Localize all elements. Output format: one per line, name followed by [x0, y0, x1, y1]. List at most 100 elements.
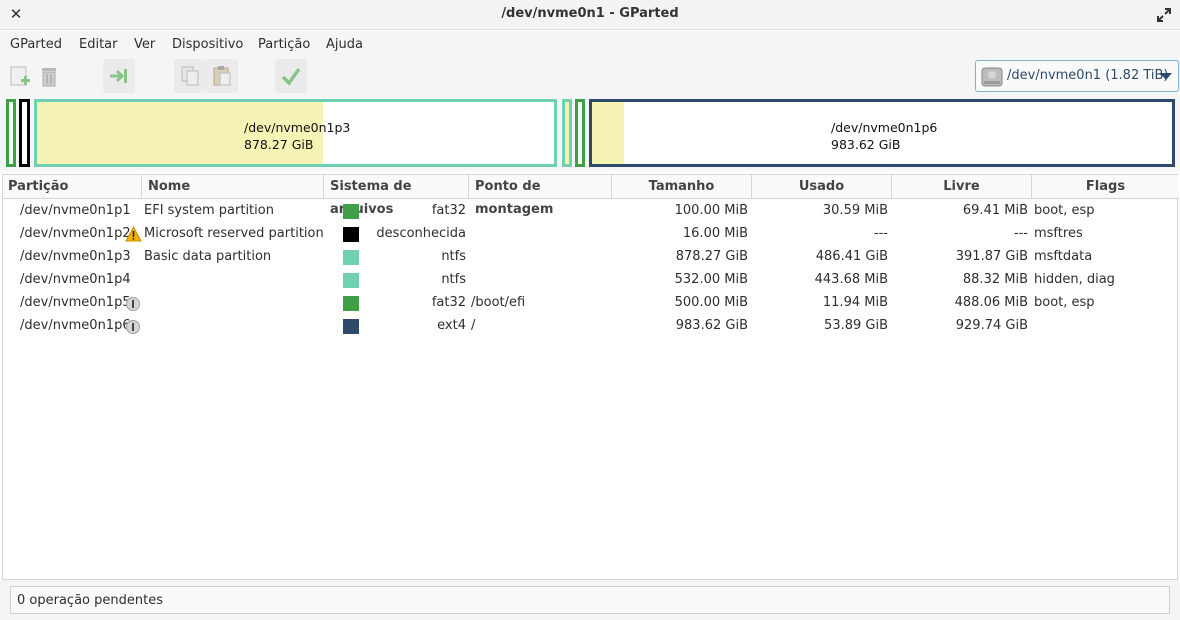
diskmap-partition-p5[interactable]	[575, 99, 585, 167]
cell-size: 878.27 GiB	[675, 249, 748, 264]
cell-filesystem: fat32	[431, 295, 466, 310]
column-header-flags[interactable]: Flags	[1032, 175, 1179, 199]
cell-used: 443.68 MiB	[814, 272, 888, 287]
diskmap-partition-p4[interactable]	[562, 99, 572, 167]
diskmap-p6-name: /dev/nvme0n1p6	[831, 120, 938, 135]
table-row[interactable]: /dev/nvme0n1p6 ext4 / 983.62 GiB 53.89 GiB 92…	[3, 315, 1179, 338]
cell-used: 11.94 MiB	[822, 295, 888, 310]
hard-disk-icon	[981, 67, 1003, 87]
cell-mountpoint: /boot/efi	[471, 295, 526, 310]
menu-gparted[interactable]: GParted	[10, 37, 62, 52]
lock-icon	[126, 297, 140, 311]
diskmap-partition-p6[interactable]: /dev/nvme0n1p6 983.62 GiB	[589, 99, 1175, 167]
table-row[interactable]: /dev/nvme0n1p3 Basic data partition ntfs 87…	[3, 246, 1179, 269]
status-bar: 0 operação pendentes	[0, 580, 1180, 620]
resize-move-button[interactable]	[103, 59, 135, 93]
trash-icon	[42, 68, 56, 87]
column-header-usado[interactable]: Usado	[752, 175, 892, 199]
partition-table: Partição Nome Sistema de arquivos Ponto …	[2, 174, 1179, 580]
cell-free: 88.32 MiB	[962, 272, 1028, 287]
cell-partition: /dev/nvme0n1p2	[20, 226, 131, 241]
cell-free: 929.74 GiB	[955, 318, 1028, 333]
diskmap-p3-name: /dev/nvme0n1p3	[244, 120, 351, 135]
cell-flags: boot, esp	[1034, 203, 1095, 218]
menu-ver[interactable]: Ver	[134, 37, 155, 52]
cell-flags: boot, esp	[1034, 295, 1095, 310]
new-partition-button[interactable]	[4, 59, 36, 93]
cell-size: 983.62 GiB	[675, 318, 748, 333]
column-header-livre[interactable]: Livre	[892, 175, 1032, 199]
cell-used: 53.89 GiB	[824, 318, 888, 333]
filesystem-color-swatch	[343, 273, 359, 288]
cell-flags: msftdata	[1034, 249, 1093, 264]
menu-bar: GParted Editar Ver Dispositivo Partição …	[0, 31, 1180, 57]
delete-button[interactable]	[33, 59, 65, 93]
cell-filesystem: ntfs	[441, 249, 466, 264]
paste-icon	[213, 66, 231, 86]
cell-filesystem: ext4	[437, 318, 466, 333]
cell-mountpoint: /	[471, 318, 476, 333]
copy-button[interactable]	[174, 59, 206, 93]
warning-icon	[125, 226, 142, 242]
menu-editar[interactable]: Editar	[79, 37, 118, 52]
table-row[interactable]: /dev/nvme0n1p5 fat32/boot/efi 500.00 MiB 11…	[3, 292, 1179, 315]
maximize-icon[interactable]	[1156, 7, 1172, 23]
title-bar: ✕ /dev/nvme0n1 - GParted	[0, 0, 1180, 30]
filesystem-color-swatch	[343, 250, 359, 265]
diskmap-partition-p2[interactable]	[19, 99, 30, 167]
filesystem-color-swatch	[343, 296, 359, 311]
column-header-tamanho[interactable]: Tamanho	[612, 175, 752, 199]
table-row[interactable]: /dev/nvme0n1p2 Microsoft reserved partiti…	[3, 223, 1179, 246]
cell-partition: /dev/nvme0n1p3	[20, 249, 131, 264]
diskmap-used-bar	[592, 102, 624, 164]
new-partition-icon	[10, 66, 30, 86]
cell-size: 532.00 MiB	[674, 272, 748, 287]
filesystem-color-swatch	[343, 204, 359, 219]
cell-flags: msftres	[1034, 226, 1083, 241]
menu-particao[interactable]: Partição	[258, 37, 310, 52]
cell-name: EFI system partition	[144, 203, 274, 218]
checkmark-icon	[281, 67, 301, 86]
cell-used: 486.41 GiB	[815, 249, 888, 264]
paste-button[interactable]	[206, 59, 238, 93]
cell-size: 100.00 MiB	[674, 203, 748, 218]
copy-icon	[181, 66, 199, 86]
column-header-montagem[interactable]: Ponto de montagem	[469, 175, 612, 217]
cell-name: Basic data partition	[144, 249, 272, 264]
diskmap-p3-size: 878.27 GiB	[244, 137, 314, 152]
pending-operations-text: 0 operação pendentes	[17, 593, 163, 608]
cell-flags: hidden, diag	[1034, 272, 1115, 287]
column-header-particao[interactable]: Partição	[3, 175, 142, 199]
filesystem-color-swatch	[343, 227, 359, 242]
cell-used: ---	[873, 226, 888, 241]
filesystem-color-swatch	[343, 319, 359, 334]
cell-used: 30.59 MiB	[822, 203, 888, 218]
cell-partition: /dev/nvme0n1p6	[20, 318, 131, 333]
table-header: Partição Nome Sistema de arquivos Ponto …	[3, 175, 1179, 217]
cell-free: ---	[1013, 226, 1028, 241]
cell-partition: /dev/nvme0n1p4	[20, 272, 131, 287]
arrow-right-icon	[110, 69, 127, 83]
cell-filesystem: desconhecida	[376, 226, 466, 241]
cell-size: 500.00 MiB	[674, 295, 748, 310]
lock-icon	[126, 320, 140, 334]
diskmap-partition-p3[interactable]: /dev/nvme0n1p3 878.27 GiB	[34, 99, 557, 167]
column-header-nome[interactable]: Nome	[142, 175, 324, 199]
apply-button[interactable]	[275, 59, 307, 93]
menu-dispositivo[interactable]: Dispositivo	[172, 37, 243, 52]
cell-filesystem: ntfs	[441, 272, 466, 287]
table-row[interactable]: /dev/nvme0n1p1 EFI system partition fat32 1…	[3, 200, 1179, 223]
diskmap-partition-p1[interactable]	[6, 99, 16, 167]
device-selector[interactable]: /dev/nvme0n1 (1.82 TiB)	[975, 60, 1179, 92]
table-row[interactable]: /dev/nvme0n1p4 ntfs 532.00 MiB 443.68 MiB 88…	[3, 269, 1179, 292]
cell-size: 16.00 MiB	[682, 226, 748, 241]
pending-operations-box: 0 operação pendentes	[10, 586, 1170, 614]
menu-ajuda[interactable]: Ajuda	[326, 37, 363, 52]
window-title: /dev/nvme0n1 - GParted	[501, 6, 679, 21]
cell-partition: /dev/nvme0n1p1	[20, 203, 131, 218]
cell-partition: /dev/nvme0n1p5	[20, 295, 131, 310]
dropdown-arrow-icon[interactable]	[1160, 73, 1172, 80]
column-header-sistema[interactable]: Sistema de arquivos	[324, 175, 469, 217]
cell-free: 488.06 MiB	[954, 295, 1028, 310]
diskmap-p6-size: 983.62 GiB	[831, 137, 901, 152]
